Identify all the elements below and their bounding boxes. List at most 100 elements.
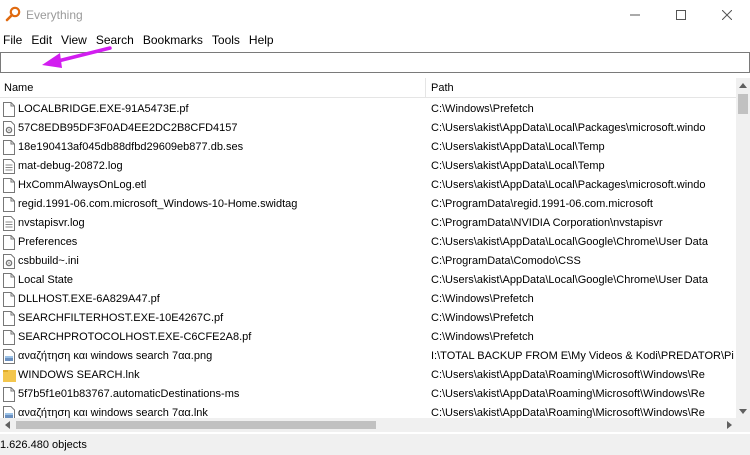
file-name: Local State	[18, 274, 74, 286]
menu-file[interactable]: File	[0, 30, 28, 50]
file-path: C:\Windows\Prefetch	[431, 312, 534, 324]
maximize-button[interactable]	[658, 0, 704, 30]
table-row[interactable]: DLLHOST.EXE-6A829A47.pf C:\Windows\Prefet…	[0, 290, 736, 309]
status-bar: 1.626.480 objects	[0, 434, 750, 455]
table-row[interactable]: regid.1991-06.com.microsoft_Windows-10-H…	[0, 195, 736, 214]
file-path: C:\Windows\Prefetch	[431, 103, 534, 115]
file-path: C:\ProgramData\regid.1991-06.com.microso…	[431, 198, 653, 210]
menu-help[interactable]: Help	[246, 30, 280, 50]
results-list: LOCALBRIDGE.EXE-91A5473E.pf C:\Windows\Pr…	[0, 100, 736, 418]
file-name: 18e190413af045db88dfbd29609eb877.db.ses	[18, 141, 244, 153]
file-icon	[3, 273, 15, 288]
table-row[interactable]: csbbuild~.ini C:\ProgramData\Comodo\CSS	[0, 252, 736, 271]
scroll-down-button[interactable]	[736, 404, 750, 418]
file-path: C:\Users\akist\AppData\Roaming\Microsoft…	[431, 407, 705, 418]
image-file-icon	[3, 406, 15, 418]
title-bar: Everything	[0, 0, 750, 30]
image-file-icon	[3, 349, 15, 364]
table-row[interactable]: αναζήτηση και windows search 7αα.png I:\T…	[0, 347, 736, 366]
table-row[interactable]: Preferences C:\Users\akist\AppData\Local\…	[0, 233, 736, 252]
table-row[interactable]: SEARCHFILTERHOST.EXE-10E4267C.pf C:\Windo…	[0, 309, 736, 328]
table-row[interactable]: αναζήτηση και windows search 7αα.lnk C:\U…	[0, 404, 736, 418]
file-icon	[3, 235, 15, 250]
minimize-icon	[630, 14, 640, 16]
file-path: C:\Windows\Prefetch	[431, 331, 534, 343]
object-count: 1.626.480 objects	[0, 439, 87, 451]
file-name: SEARCHPROTOCOLHOST.EXE-C6CFE2A8.pf	[18, 331, 252, 343]
settings-file-icon	[3, 121, 15, 136]
column-header-path[interactable]: Path	[431, 82, 454, 94]
table-row[interactable]: 5f7b5f1e01b83767.automaticDestinations-m…	[0, 385, 736, 404]
file-name: nvstapisvr.log	[18, 217, 85, 229]
file-path: C:\Users\akist\AppData\Local\Packages\mi…	[431, 179, 706, 191]
table-row[interactable]: HxCommAlwaysOnLog.etl C:\Users\akist\AppD…	[0, 176, 736, 195]
table-row[interactable]: nvstapisvr.log C:\ProgramData\NVIDIA Corp…	[0, 214, 736, 233]
file-name: regid.1991-06.com.microsoft_Windows-10-H…	[18, 198, 298, 210]
table-row[interactable]: Local State C:\Users\akist\AppData\Local\…	[0, 271, 736, 290]
file-path: C:\Users\akist\AppData\Roaming\Microsoft…	[431, 369, 705, 381]
chevron-right-icon	[726, 421, 732, 429]
vertical-scroll-thumb[interactable]	[738, 94, 748, 114]
maximize-icon	[676, 10, 686, 20]
file-icon	[3, 178, 15, 193]
table-row[interactable]: SEARCHPROTOCOLHOST.EXE-C6CFE2A8.pf C:\Win…	[0, 328, 736, 347]
file-name: 5f7b5f1e01b83767.automaticDestinations-m…	[18, 388, 240, 400]
file-path: C:\Users\akist\AppData\Local\Temp	[431, 160, 605, 172]
chevron-up-icon	[739, 82, 747, 88]
file-name: mat-debug-20872.log	[18, 160, 123, 172]
file-icon	[3, 330, 15, 345]
file-name: csbbuild~.ini	[18, 255, 79, 267]
file-path: C:\ProgramData\NVIDIA Corporation\nvstap…	[431, 217, 663, 229]
file-name: SEARCHFILTERHOST.EXE-10E4267C.pf	[18, 312, 224, 324]
annotation-arrow-icon	[42, 46, 112, 68]
file-icon	[3, 102, 15, 117]
file-icon	[3, 197, 15, 212]
close-button[interactable]	[704, 0, 750, 30]
folder-shortcut-icon	[3, 368, 16, 383]
file-name: αναζήτηση και windows search 7αα.lnk	[18, 407, 208, 418]
file-icon	[3, 292, 15, 307]
minimize-button[interactable]	[612, 0, 658, 30]
text-file-icon	[3, 159, 15, 174]
file-name: αναζήτηση και windows search 7αα.png	[18, 350, 213, 362]
scroll-up-button[interactable]	[736, 78, 750, 92]
file-path: C:\Users\akist\AppData\Roaming\Microsoft…	[431, 388, 705, 400]
file-path: C:\ProgramData\Comodo\CSS	[431, 255, 581, 267]
horizontal-scroll-thumb[interactable]	[16, 421, 376, 429]
column-header: Name Path	[0, 78, 736, 98]
file-icon	[3, 140, 15, 155]
close-icon	[722, 10, 732, 20]
file-path: C:\Users\akist\AppData\Local\Packages\mi…	[431, 122, 706, 134]
column-header-name[interactable]: Name	[4, 82, 33, 94]
file-name: Preferences	[18, 236, 78, 248]
file-path: C:\Users\akist\AppData\Local\Google\Chro…	[431, 236, 708, 248]
table-row[interactable]: WINDOWS SEARCH.lnk C:\Users\akist\AppData…	[0, 366, 736, 385]
column-divider[interactable]	[425, 78, 426, 98]
horizontal-scrollbar[interactable]	[0, 418, 736, 432]
file-name: DLLHOST.EXE-6A829A47.pf	[18, 293, 160, 305]
table-row[interactable]: mat-debug-20872.log C:\Users\akist\AppDat…	[0, 157, 736, 176]
file-icon	[3, 311, 15, 326]
file-path: I:\TOTAL BACKUP FROM E\My Videos & Kodi\…	[431, 350, 734, 362]
window-title: Everything	[26, 8, 83, 22]
file-path: C:\Windows\Prefetch	[431, 293, 534, 305]
file-icon	[3, 387, 15, 402]
scroll-right-button[interactable]	[722, 418, 736, 432]
chevron-down-icon	[739, 408, 747, 414]
app-magnifier-icon	[5, 6, 21, 22]
menu-tools[interactable]: Tools	[209, 30, 246, 50]
vertical-scrollbar[interactable]	[736, 78, 750, 418]
text-file-icon	[3, 216, 15, 231]
menu-bookmarks[interactable]: Bookmarks	[140, 30, 209, 50]
file-name: LOCALBRIDGE.EXE-91A5473E.pf	[18, 103, 189, 115]
table-row[interactable]: LOCALBRIDGE.EXE-91A5473E.pf C:\Windows\Pr…	[0, 100, 736, 119]
settings-file-icon	[3, 254, 15, 269]
file-path: C:\Users\akist\AppData\Local\Google\Chro…	[431, 274, 708, 286]
file-path: C:\Users\akist\AppData\Local\Temp	[431, 141, 605, 153]
file-name: 57C8EDB95DF3F0AD4EE2DC2B8CFD4157	[18, 122, 238, 134]
table-row[interactable]: 18e190413af045db88dfbd29609eb877.db.ses C…	[0, 138, 736, 157]
table-row[interactable]: 57C8EDB95DF3F0AD4EE2DC2B8CFD4157 C:\Users…	[0, 119, 736, 138]
file-name: WINDOWS SEARCH.lnk	[18, 369, 140, 381]
file-name: HxCommAlwaysOnLog.etl	[18, 179, 147, 191]
scroll-left-button[interactable]	[0, 418, 14, 432]
